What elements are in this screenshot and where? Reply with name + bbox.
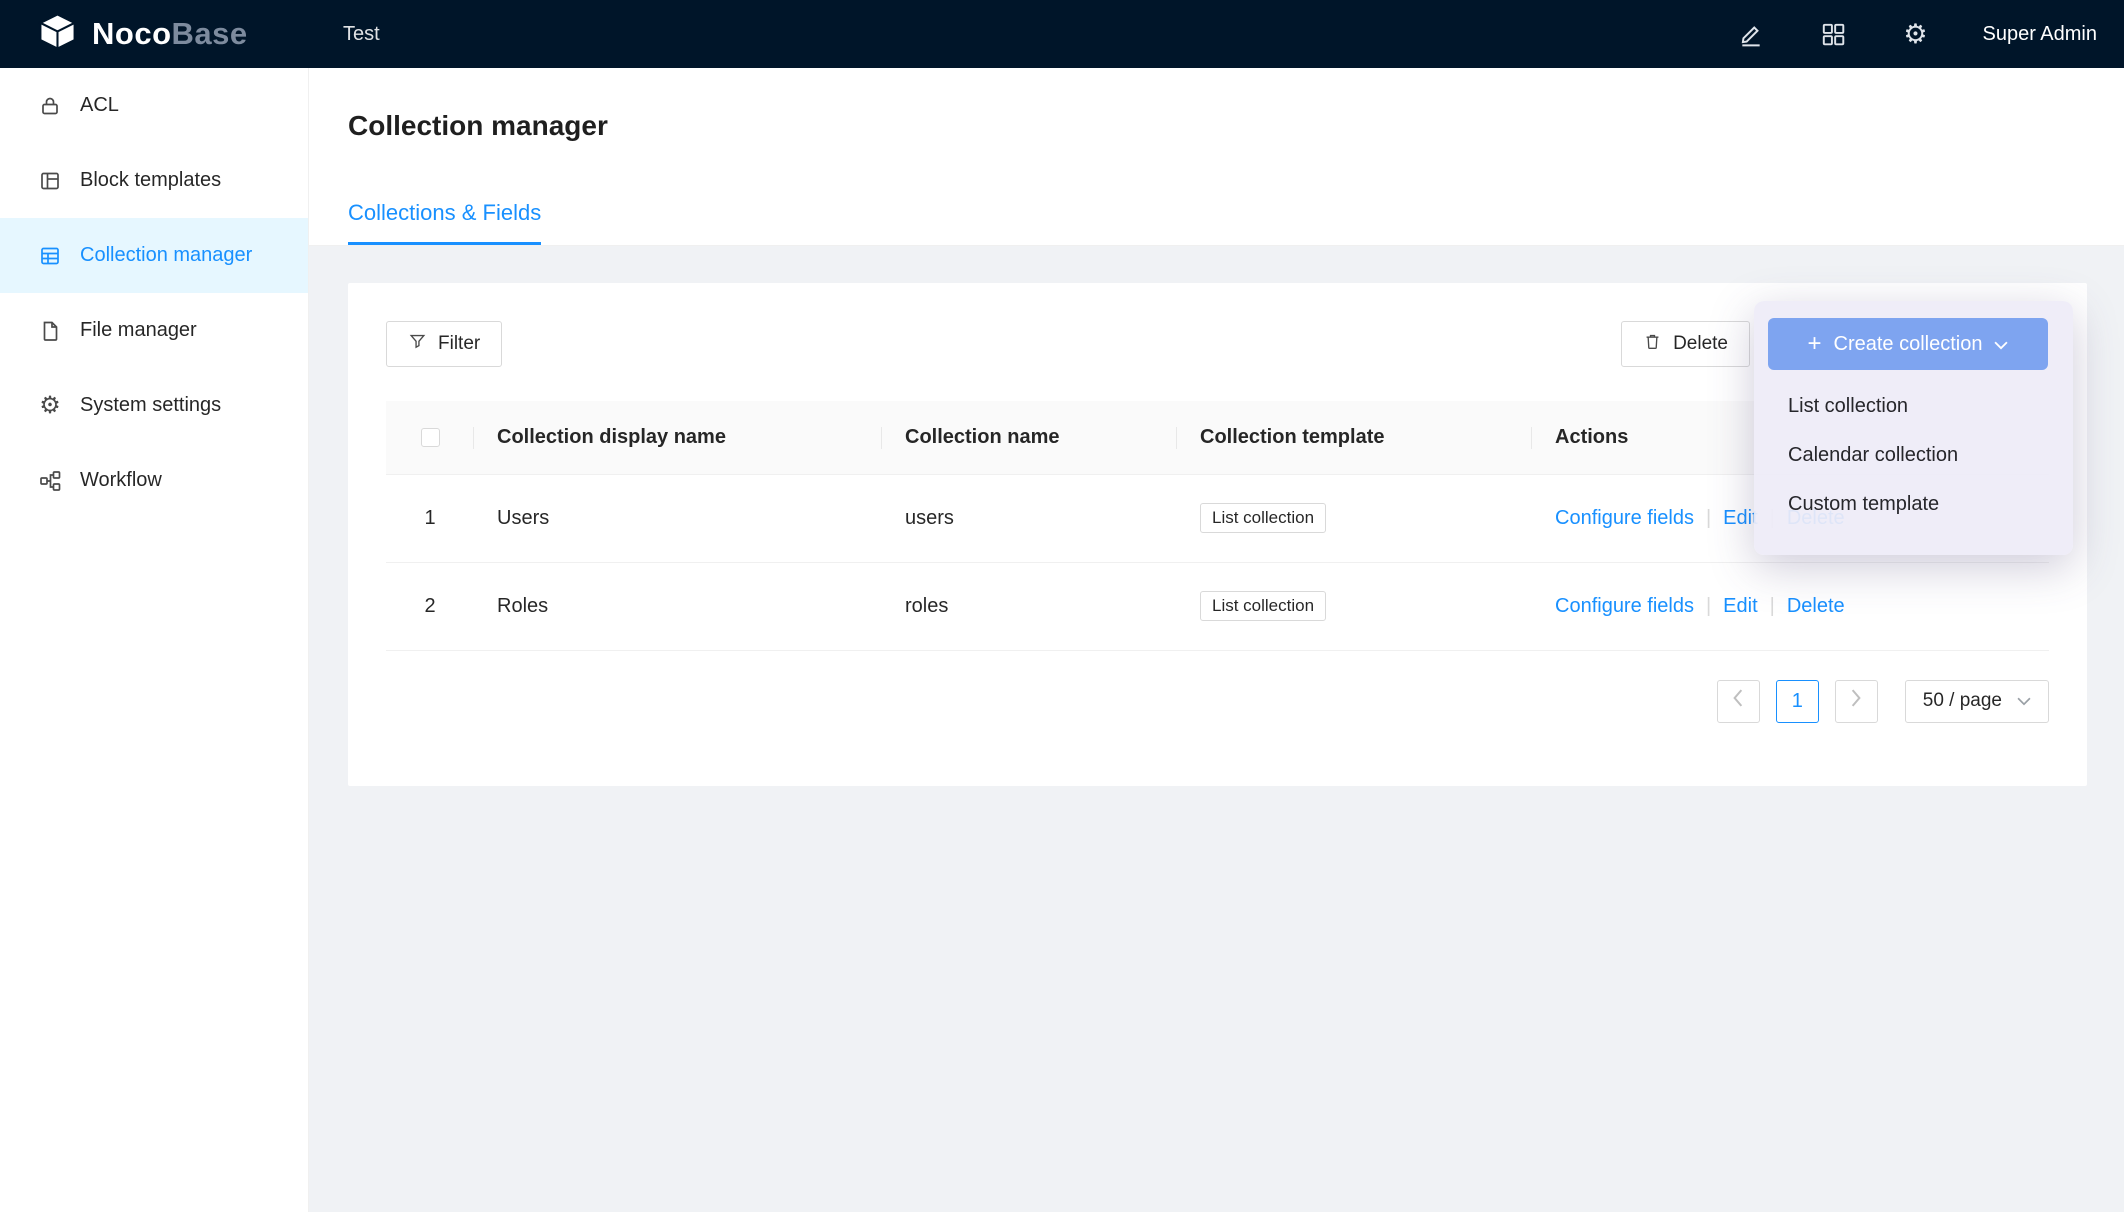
sidebar-item-system-settings[interactable]: ⚙ System settings bbox=[0, 368, 308, 443]
sidebar-item-label: ACL bbox=[80, 94, 119, 117]
sidebar-item-label: Block templates bbox=[80, 169, 221, 192]
table-row: 2 Roles roles List collection Configure … bbox=[386, 562, 2049, 650]
sidebar-item-label: File manager bbox=[80, 319, 197, 342]
filter-button[interactable]: Filter bbox=[386, 321, 502, 367]
workflow-icon bbox=[37, 468, 63, 494]
brand-name: NocoBase bbox=[92, 16, 248, 52]
menu-item-calendar-collection[interactable]: Calendar collection bbox=[1768, 431, 2059, 480]
sidebar-item-workflow[interactable]: Workflow bbox=[0, 443, 308, 518]
edit-link[interactable]: Edit bbox=[1723, 595, 1757, 617]
layout-icon bbox=[37, 168, 63, 194]
delete-selected-button[interactable]: Delete bbox=[1621, 321, 1750, 367]
tab-collections-fields[interactable]: Collections & Fields bbox=[348, 199, 541, 245]
row-index: 1 bbox=[386, 474, 474, 562]
file-icon bbox=[37, 318, 63, 344]
column-header-name: Collection name bbox=[882, 401, 1177, 474]
sidebar-item-label: Workflow bbox=[80, 469, 162, 492]
chevron-right-icon bbox=[1850, 689, 1862, 713]
configure-fields-link[interactable]: Configure fields bbox=[1555, 595, 1694, 617]
highlighter-icon[interactable] bbox=[1736, 19, 1766, 49]
menu-item-custom-template[interactable]: Custom template bbox=[1768, 480, 2059, 529]
filter-button-label: Filter bbox=[438, 333, 480, 355]
table-icon bbox=[37, 243, 63, 269]
edit-link[interactable]: Edit bbox=[1723, 507, 1757, 529]
navbar-right-group: ⚙ Super Admin bbox=[1736, 19, 2124, 49]
configure-fields-link[interactable]: Configure fields bbox=[1555, 507, 1694, 529]
page-title: Collection manager bbox=[348, 108, 2124, 144]
create-collection-dropdown: + Create collection List collection Cale… bbox=[1754, 301, 2073, 555]
sidebar-item-file-manager[interactable]: File manager bbox=[0, 293, 308, 368]
action-separator: | bbox=[1706, 595, 1711, 617]
column-header-template: Collection template bbox=[1177, 401, 1532, 474]
sidebar-item-block-templates[interactable]: Block templates bbox=[0, 143, 308, 218]
delete-button-label: Delete bbox=[1673, 333, 1728, 355]
nocobase-logo-icon bbox=[37, 11, 78, 57]
template-tag: List collection bbox=[1200, 503, 1326, 533]
row-index: 2 bbox=[386, 562, 474, 650]
column-header-display-name: Collection display name bbox=[474, 401, 882, 474]
trash-icon bbox=[1643, 332, 1662, 357]
create-collection-button[interactable]: + Create collection bbox=[1768, 318, 2048, 370]
create-collection-label: Create collection bbox=[1834, 333, 1983, 356]
lock-icon bbox=[37, 93, 63, 119]
current-user-label[interactable]: Super Admin bbox=[1982, 23, 2097, 46]
sidebar-item-label: System settings bbox=[80, 394, 221, 417]
chevron-left-icon bbox=[1732, 689, 1744, 713]
template-tag: List collection bbox=[1200, 591, 1326, 621]
page-header: Collection manager Collections & Fields bbox=[309, 68, 2124, 246]
cell-name: roles bbox=[882, 562, 1177, 650]
filter-funnel-icon bbox=[408, 332, 427, 357]
gear-icon: ⚙ bbox=[37, 393, 63, 419]
cell-display-name: Users bbox=[474, 474, 882, 562]
cell-name: users bbox=[882, 474, 1177, 562]
top-navbar: NocoBase Test ⚙ Super Admin bbox=[0, 0, 2124, 68]
pagination: 1 50 / page bbox=[386, 680, 2049, 723]
pagination-next-button[interactable] bbox=[1835, 680, 1878, 723]
page-size-select[interactable]: 50 / page bbox=[1905, 680, 2049, 723]
delete-link[interactable]: Delete bbox=[1787, 595, 1845, 617]
page-size-value: 50 / page bbox=[1923, 690, 2002, 712]
sidebar-item-collection-manager[interactable]: Collection manager bbox=[0, 218, 308, 293]
plus-icon: + bbox=[1808, 332, 1822, 356]
cell-display-name: Roles bbox=[474, 562, 882, 650]
sidebar-item-acl[interactable]: ACL bbox=[0, 68, 308, 143]
chevron-down-icon bbox=[2017, 690, 2031, 712]
action-separator: | bbox=[1706, 507, 1711, 529]
menu-item-list-collection[interactable]: List collection bbox=[1768, 382, 2059, 431]
chevron-down-icon bbox=[1994, 333, 2008, 356]
action-separator: | bbox=[1770, 595, 1775, 617]
pagination-prev-button[interactable] bbox=[1717, 680, 1760, 723]
nocobase-logo[interactable]: NocoBase bbox=[0, 11, 309, 57]
sidebar-item-label: Collection manager bbox=[80, 244, 252, 267]
pagination-page-1[interactable]: 1 bbox=[1776, 680, 1819, 723]
select-all-checkbox[interactable] bbox=[421, 428, 440, 447]
create-collection-menu: List collection Calendar collection Cust… bbox=[1768, 382, 2059, 529]
settings-sidebar: ACL Block templates Collection manager bbox=[0, 68, 309, 1212]
nav-menu-item-test[interactable]: Test bbox=[343, 23, 380, 46]
settings-gear-icon[interactable]: ⚙ bbox=[1900, 19, 1930, 49]
plugins-grid-icon[interactable] bbox=[1818, 19, 1848, 49]
